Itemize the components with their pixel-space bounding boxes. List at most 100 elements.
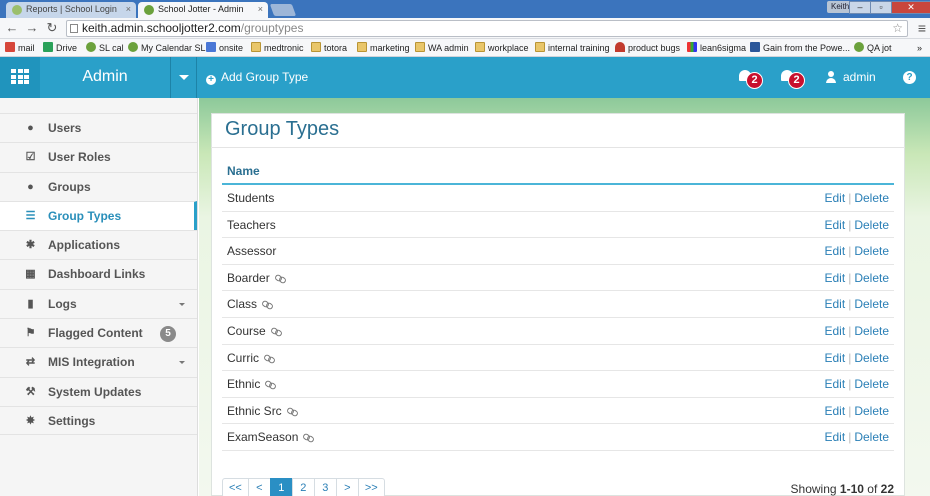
edit-link[interactable]: Edit xyxy=(825,244,846,258)
bookmark-gain-from-the-power[interactable]: Gain from the Powe... xyxy=(750,42,850,54)
delete-link[interactable]: Delete xyxy=(854,244,889,258)
page-3-button[interactable]: 3 xyxy=(313,478,337,496)
folder-icon xyxy=(475,42,485,52)
page-2-button[interactable]: 2 xyxy=(291,478,315,496)
page-first-button[interactable]: << xyxy=(222,478,249,496)
delete-link[interactable]: Delete xyxy=(854,430,889,444)
bookmark-sl-cal[interactable]: SL cal xyxy=(86,42,124,54)
bookmark-lean6sigma[interactable]: lean6sigma xyxy=(687,42,746,54)
sidebar-item-label: Applications xyxy=(48,238,121,253)
bookmark-workplace[interactable]: workplace xyxy=(475,42,529,54)
sidebar-item-mis-integration[interactable]: ⇄ MIS Integration xyxy=(0,347,197,376)
forward-arrow-icon[interactable]: → xyxy=(24,20,40,36)
page-prev-button[interactable]: < xyxy=(247,478,271,496)
app-launcher-button[interactable] xyxy=(0,57,40,98)
bookmark-label: internal training xyxy=(548,43,610,53)
showing-count: Showing 1-10 of 22 xyxy=(791,482,894,496)
bookmark-totora[interactable]: totora xyxy=(311,42,347,54)
delete-link[interactable]: Delete xyxy=(854,297,889,311)
bookmark-medtronic[interactable]: medtronic xyxy=(251,42,304,54)
back-arrow-icon[interactable]: ← xyxy=(4,20,20,36)
sidebar-item-system-updates[interactable]: ⚒ System Updates xyxy=(0,376,197,406)
bookmark-marketing[interactable]: marketing xyxy=(357,42,410,54)
bookmark-drive[interactable]: Drive xyxy=(43,42,77,54)
edit-link[interactable]: Edit xyxy=(825,351,846,365)
close-window-button[interactable]: ✕ xyxy=(891,1,930,14)
sidebar-item-applications[interactable]: ✱ Applications xyxy=(0,230,197,259)
puzzle-icon: ✱ xyxy=(25,239,36,252)
column-header-name[interactable]: Name xyxy=(227,164,260,178)
bookmark-mail[interactable]: mail xyxy=(5,42,35,54)
users-group-icon: ● xyxy=(27,180,34,193)
row-actions: Edit | Delete xyxy=(825,324,890,338)
bookmarks-bar: mail Drive SL cal My Calendar SL onsite … xyxy=(0,39,930,57)
bookmark-star-icon[interactable]: ☆ xyxy=(892,21,903,36)
folder-icon xyxy=(535,42,545,52)
edit-link[interactable]: Edit xyxy=(825,404,846,418)
delete-link[interactable]: Delete xyxy=(854,191,889,205)
edit-link[interactable]: Edit xyxy=(825,191,846,205)
edit-link[interactable]: Edit xyxy=(825,218,846,232)
sidebar-item-groups[interactable]: ● Groups xyxy=(0,171,197,201)
edit-link[interactable]: Edit xyxy=(825,430,846,444)
edit-link[interactable]: Edit xyxy=(825,297,846,311)
group-type-name: Curric xyxy=(227,351,275,365)
browser-tab-1[interactable]: School Jotter - Admin × xyxy=(138,2,268,18)
sidebar-item-settings[interactable]: ✸ Settings xyxy=(0,405,197,436)
bookmark-label: medtronic xyxy=(264,43,304,53)
sidebar-item-group-types[interactable]: ☰ Group Types xyxy=(0,200,197,231)
action-separator: | xyxy=(848,297,852,312)
bookmark-qa-jot[interactable]: QA jot xyxy=(854,42,892,54)
sidebar-item-label: Groups xyxy=(48,179,91,194)
sidebar-item-user-roles[interactable]: ☑ User Roles xyxy=(0,142,197,171)
page-last-button[interactable]: >> xyxy=(357,478,385,496)
close-tab-icon[interactable]: × xyxy=(126,2,131,17)
bookmarks-overflow-button[interactable]: » xyxy=(917,42,922,54)
delete-link[interactable]: Delete xyxy=(854,218,889,232)
plus-circle-icon: + xyxy=(206,75,216,85)
sidebar-item-users[interactable]: ● Users xyxy=(0,113,197,142)
bookmark-onsite[interactable]: onsite xyxy=(206,42,243,54)
page-1-button[interactable]: 1 xyxy=(269,478,293,496)
reload-icon[interactable]: ↻ xyxy=(44,20,60,36)
bookmark-label: mail xyxy=(18,43,35,53)
row-actions: Edit | Delete xyxy=(825,244,890,258)
bookmark-product-bugs[interactable]: product bugs xyxy=(615,42,680,54)
sidebar-item-flagged-content[interactable]: ⚑ Flagged Content 5 xyxy=(0,318,197,347)
browser-toolbar: ← → ↻ keith.admin.schooljotter2.com/grou… xyxy=(0,18,930,39)
delete-link[interactable]: Delete xyxy=(854,324,889,338)
add-group-type-button[interactable]: + Add Group Type xyxy=(206,57,308,98)
app-switcher-dropdown[interactable] xyxy=(170,57,197,98)
row-actions: Edit | Delete xyxy=(825,430,890,444)
group-type-name-text: Class xyxy=(227,297,258,312)
minimize-button[interactable]: – xyxy=(849,1,871,14)
address-bar[interactable]: keith.admin.schooljotter2.com/grouptypes… xyxy=(66,20,908,37)
edit-link[interactable]: Edit xyxy=(825,271,846,285)
link-icon xyxy=(271,327,282,335)
page-next-button[interactable]: > xyxy=(335,478,359,496)
delete-link[interactable]: Delete xyxy=(854,271,889,285)
sidebar-item-dashboard-links[interactable]: ▦ Dashboard Links xyxy=(0,259,197,288)
edit-link[interactable]: Edit xyxy=(825,324,846,338)
maximize-button[interactable]: ▫ xyxy=(870,1,892,14)
sidebar-item-logs[interactable]: ▮ Logs xyxy=(0,288,197,318)
link-icon xyxy=(303,433,314,441)
browser-menu-icon[interactable]: ≡ xyxy=(918,20,926,36)
app-title: Admin xyxy=(82,68,128,85)
help-icon[interactable]: ? xyxy=(903,71,916,84)
new-tab-button[interactable] xyxy=(269,4,297,16)
delete-link[interactable]: Delete xyxy=(854,377,889,391)
bookmark-wa-admin[interactable]: WA admin xyxy=(415,42,469,54)
flag-icon: ⚑ xyxy=(25,327,36,340)
edit-link[interactable]: Edit xyxy=(825,377,846,391)
delete-link[interactable]: Delete xyxy=(854,351,889,365)
folder-icon xyxy=(251,42,261,52)
bookmark-my-calendar[interactable]: My Calendar SL xyxy=(128,42,206,54)
bookmark-internal-training[interactable]: internal training xyxy=(535,42,610,54)
user-menu[interactable]: admin xyxy=(843,57,876,98)
delete-link[interactable]: Delete xyxy=(854,404,889,418)
group-type-name: Boarder xyxy=(227,271,286,285)
close-tab-icon[interactable]: × xyxy=(258,2,263,17)
browser-tab-0[interactable]: Reports | School Login × xyxy=(6,2,136,18)
bookmark-label: My Calendar SL xyxy=(141,43,206,53)
